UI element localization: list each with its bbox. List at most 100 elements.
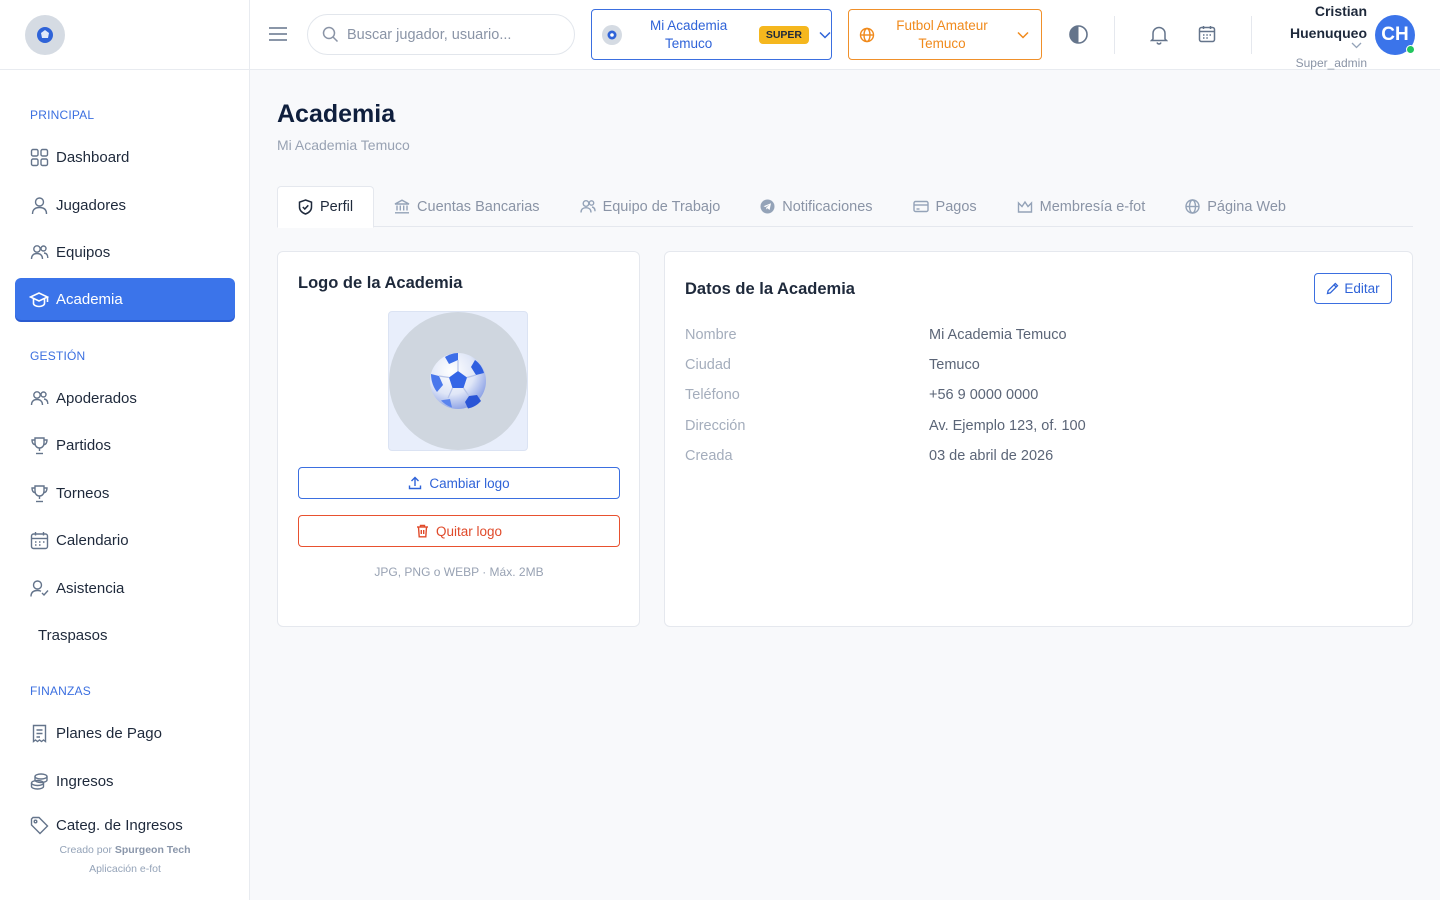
users-icon bbox=[579, 199, 596, 214]
soccer-ball-icon bbox=[429, 352, 487, 410]
globe-icon bbox=[859, 27, 875, 43]
receipt-icon bbox=[29, 723, 49, 743]
user-role: Super_admin bbox=[1295, 56, 1367, 70]
tab-equipo-de-trabajo[interactable]: Equipo de Trabajo bbox=[560, 186, 741, 227]
sidebar-item-dashboard[interactable]: Dashboard bbox=[15, 136, 235, 178]
change-logo-button[interactable]: Cambiar logo bbox=[298, 467, 620, 499]
telegram-icon bbox=[760, 199, 775, 214]
sidebar-item-traspasos[interactable]: Traspasos bbox=[15, 614, 235, 656]
calendar-icon bbox=[29, 530, 49, 550]
app-logo-icon[interactable] bbox=[25, 14, 65, 55]
calendar-icon[interactable] bbox=[1198, 25, 1216, 43]
tab-membresia[interactable]: Membresía e-fot bbox=[997, 186, 1166, 227]
tab-label: Pagos bbox=[935, 198, 977, 215]
user-icon bbox=[29, 195, 49, 215]
coins-icon bbox=[29, 771, 49, 791]
grid-icon bbox=[29, 147, 49, 167]
change-logo-label: Cambiar logo bbox=[429, 475, 510, 491]
tab-bar: Perfil Cuentas Bancarias Equipo de Traba… bbox=[277, 186, 1413, 228]
sidebar-item-label: Categ. de Ingresos bbox=[56, 816, 183, 834]
edit-button[interactable]: Editar bbox=[1314, 273, 1392, 304]
sidebar-item-asistencia[interactable]: Asistencia bbox=[15, 567, 235, 609]
search-input[interactable] bbox=[347, 26, 547, 43]
academy-logo-preview bbox=[388, 311, 528, 451]
trophy-icon bbox=[29, 435, 49, 455]
data-row-key: Dirección bbox=[685, 418, 746, 434]
tab-label: Notificaciones bbox=[782, 198, 873, 215]
footer-brand[interactable]: Spurgeon Tech bbox=[115, 844, 191, 856]
online-status-dot bbox=[1406, 45, 1415, 54]
section-principal: PRINCIPAL bbox=[30, 108, 95, 122]
credit-card-icon bbox=[912, 200, 929, 213]
super-badge: SUPER bbox=[758, 25, 809, 44]
sidebar-item-jugadores[interactable]: Jugadores bbox=[15, 184, 235, 226]
sidebar-item-calendario[interactable]: Calendario bbox=[15, 519, 235, 561]
users-icon bbox=[29, 388, 49, 408]
sidebar-logo-area bbox=[0, 0, 249, 70]
sidebar-item-label: Apoderados bbox=[56, 389, 137, 407]
sidebar-item-label: Planes de Pago bbox=[56, 724, 162, 742]
sidebar-item-label: Ingresos bbox=[56, 772, 114, 790]
sidebar-item-apoderados[interactable]: Apoderados bbox=[15, 377, 235, 419]
league-selector[interactable]: Futbol Amateur Temuco bbox=[848, 9, 1042, 60]
academy-selector-label: Mi Academia Temuco bbox=[628, 17, 750, 53]
sidebar-footer-credit: Creado por Spurgeon Tech bbox=[0, 844, 250, 856]
search-icon bbox=[322, 26, 339, 43]
section-finanzas: FINANZAS bbox=[30, 684, 91, 698]
tab-label: Perfil bbox=[320, 199, 354, 215]
bell-icon[interactable] bbox=[1150, 25, 1168, 45]
user-name[interactable]: Cristian Huenuqueo bbox=[1290, 0, 1367, 44]
sidebar-item-partidos[interactable]: Partidos bbox=[15, 424, 235, 466]
bank-icon bbox=[394, 199, 410, 214]
pencil-icon bbox=[1326, 282, 1339, 295]
page-title: Academia bbox=[277, 100, 396, 128]
chevron-down-icon bbox=[1017, 31, 1029, 39]
crown-icon bbox=[1017, 200, 1033, 214]
search-box bbox=[307, 14, 575, 55]
tab-label: Equipo de Trabajo bbox=[602, 198, 721, 215]
academy-logo-icon bbox=[602, 24, 622, 45]
page-subtitle: Mi Academia Temuco bbox=[277, 137, 410, 153]
sidebar-item-label: Partidos bbox=[56, 436, 112, 454]
tab-label: Membresía e-fot bbox=[1039, 198, 1146, 215]
sidebar-item-planes-de-pago[interactable]: Planes de Pago bbox=[15, 712, 235, 754]
user-first-name: Cristian bbox=[1314, 3, 1367, 19]
chevron-down-icon[interactable] bbox=[1351, 42, 1362, 49]
sidebar: PRINCIPAL Dashboard Jugadores Equipos Ac… bbox=[0, 0, 250, 900]
data-row-key: Ciudad bbox=[685, 357, 731, 373]
user-last-name: Huenuqueo bbox=[1290, 25, 1367, 41]
chevron-down-icon bbox=[819, 31, 831, 39]
tab-pagina-web[interactable]: Página Web bbox=[1165, 186, 1306, 227]
sidebar-item-label: Dashboard bbox=[56, 148, 130, 166]
sidebar-item-ingresos[interactable]: Ingresos bbox=[15, 760, 235, 802]
remove-logo-button[interactable]: Quitar logo bbox=[298, 515, 620, 547]
edit-label: Editar bbox=[1344, 281, 1380, 296]
sidebar-item-academia[interactable]: Academia bbox=[15, 278, 235, 320]
league-selector-label: Futbol Amateur Temuco bbox=[877, 17, 1007, 53]
sidebar-item-label: Equipos bbox=[56, 243, 111, 261]
academy-selector[interactable]: Mi Academia Temuco SUPER bbox=[591, 9, 832, 60]
tab-cuentas-bancarias[interactable]: Cuentas Bancarias bbox=[374, 186, 560, 227]
data-row-key: Teléfono bbox=[685, 387, 740, 403]
theme-toggle-icon[interactable] bbox=[1068, 24, 1089, 45]
sidebar-item-categ-ingresos[interactable]: Categ. de Ingresos bbox=[15, 807, 235, 843]
data-row-value: +56 9 0000 0000 bbox=[929, 387, 1039, 403]
league-name-line1: Futbol Amateur bbox=[896, 17, 988, 33]
tab-pagos[interactable]: Pagos bbox=[893, 186, 997, 227]
data-row-value: Temuco bbox=[929, 357, 980, 373]
tag-icon bbox=[29, 815, 49, 835]
menu-icon[interactable] bbox=[268, 25, 288, 43]
tab-notificaciones[interactable]: Notificaciones bbox=[740, 186, 892, 227]
academy-data-title: Datos de la Academia bbox=[685, 280, 855, 298]
sidebar-item-torneos[interactable]: Torneos bbox=[15, 472, 235, 514]
trash-icon bbox=[416, 524, 429, 538]
logo-card: Logo de la Academia Cambiar logo Quitar … bbox=[277, 251, 640, 627]
section-gestion: GESTIÓN bbox=[30, 349, 86, 363]
users-icon bbox=[29, 242, 49, 262]
header-divider bbox=[1251, 16, 1252, 54]
tab-perfil[interactable]: Perfil bbox=[277, 186, 375, 228]
trophy-icon bbox=[29, 483, 49, 503]
academy-data-card: Datos de la Academia Editar Nombre Mi Ac… bbox=[664, 251, 1413, 627]
globe-icon bbox=[1185, 199, 1200, 214]
sidebar-item-equipos[interactable]: Equipos bbox=[15, 231, 235, 273]
